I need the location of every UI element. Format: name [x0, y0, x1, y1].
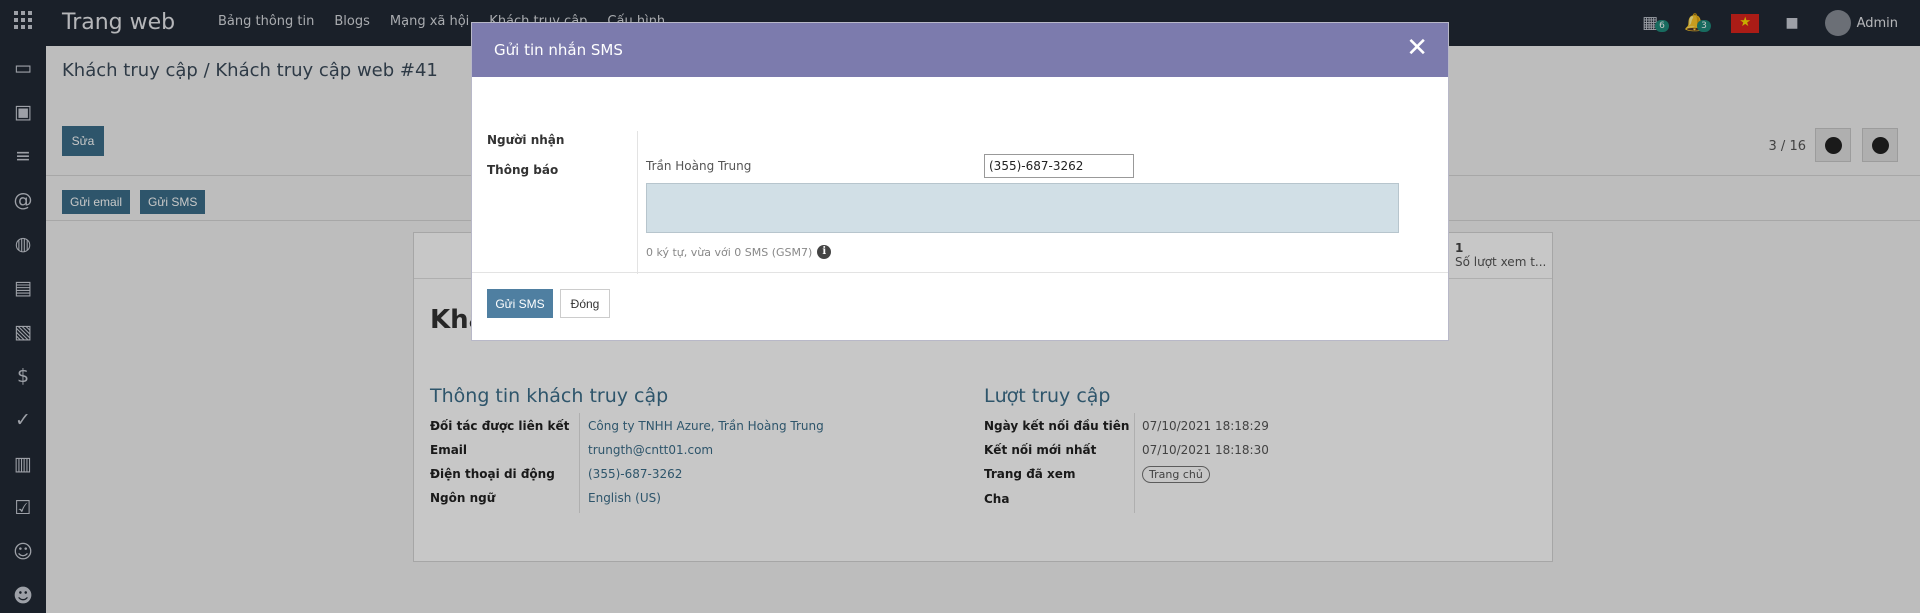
phone-number-input[interactable] — [984, 154, 1134, 178]
footer-divider — [472, 272, 1448, 273]
sms-counter: 0 ký tự, vừa với 0 SMS (GSM7) i — [646, 245, 832, 259]
message-label: Thông báo — [487, 163, 559, 177]
recipient-name: Trần Hoàng Trung — [646, 159, 752, 173]
dialog-title: Gửi tin nhắn SMS — [494, 41, 623, 59]
info-icon[interactable]: i — [817, 245, 832, 259]
column-divider — [637, 131, 638, 274]
sms-counter-text: 0 ký tự, vừa với 0 SMS (GSM7) — [646, 245, 813, 259]
message-textarea[interactable] — [646, 183, 1399, 233]
send-sms-submit-button[interactable]: Gửi SMS — [487, 289, 553, 318]
close-dialog-button[interactable]: Đóng — [560, 289, 610, 318]
dialog-header: Gửi tin nhắn SMS ✕ — [472, 23, 1448, 77]
send-sms-dialog: Gửi tin nhắn SMS ✕ Người nhận Thông báo … — [471, 22, 1449, 341]
recipient-label: Người nhận — [487, 133, 565, 147]
close-icon[interactable]: ✕ — [1406, 35, 1428, 61]
